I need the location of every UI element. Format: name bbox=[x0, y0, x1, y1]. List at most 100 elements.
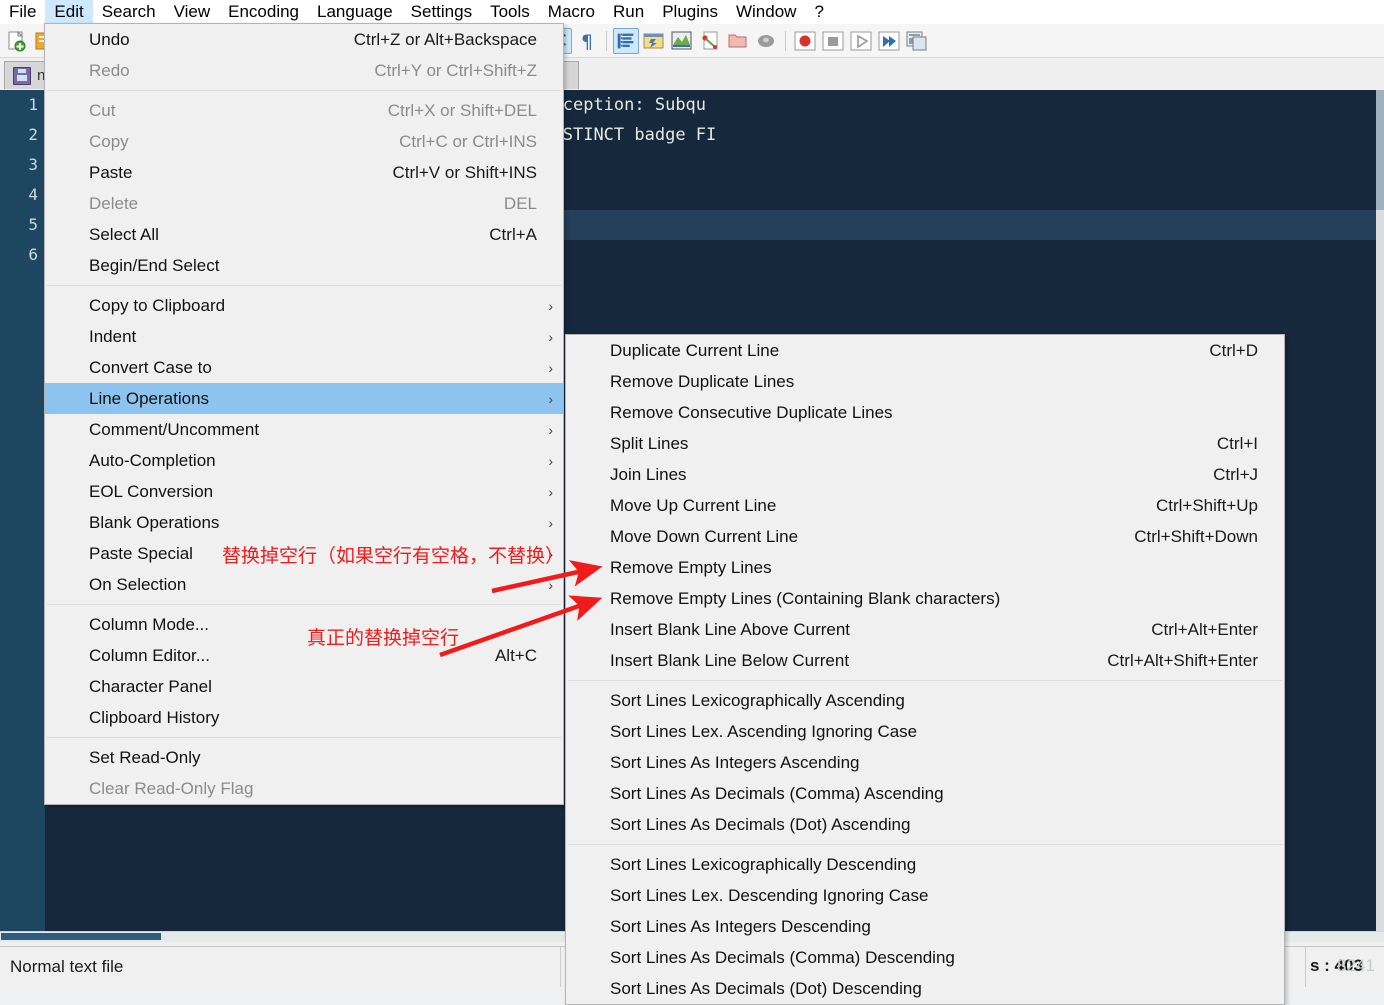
menu-item-blank-operations[interactable]: Blank Operations › bbox=[45, 507, 563, 538]
menubar-item-run[interactable]: Run bbox=[604, 0, 653, 24]
menu-item-sort-lines-as-decimals-comma-descending[interactable]: Sort Lines As Decimals (Comma) Descendin… bbox=[566, 942, 1284, 973]
menu-item-move-down-current-line[interactable]: Move Down Current Line Ctrl+Shift+Down bbox=[566, 521, 1284, 552]
menu-item-sort-lines-as-decimals-dot-ascending[interactable]: Sort Lines As Decimals (Dot) Ascending bbox=[566, 809, 1284, 840]
menu-item-label: Split Lines bbox=[610, 433, 689, 453]
menu-item-column-editor[interactable]: Column Editor... Alt+C bbox=[45, 640, 563, 671]
menu-item-delete[interactable]: Delete DEL bbox=[45, 188, 563, 219]
menu-item-begin-end-select[interactable]: Begin/End Select bbox=[45, 250, 563, 281]
menu-item-indent[interactable]: Indent › bbox=[45, 321, 563, 352]
indent-guide-icon[interactable] bbox=[613, 27, 639, 54]
menu-item-line-operations[interactable]: Line Operations › bbox=[45, 383, 563, 414]
menubar-item-macro[interactable]: Macro bbox=[539, 0, 604, 24]
line-number: 6 bbox=[28, 245, 38, 264]
menu-divider bbox=[47, 285, 561, 286]
menubar-item-file[interactable]: File bbox=[0, 0, 45, 24]
menu-item-label: Duplicate Current Line bbox=[610, 340, 780, 360]
menu-item-label: Indent bbox=[89, 326, 137, 346]
menu-item-label: Sort Lines As Integers Ascending bbox=[610, 752, 860, 772]
menu-item-shortcut: Ctrl+I bbox=[1216, 433, 1258, 453]
menu-item-clipboard-history[interactable]: Clipboard History bbox=[45, 702, 563, 733]
menu-item-sort-lines-lex-descending-ignoring-case[interactable]: Sort Lines Lex. Descending Ignoring Case bbox=[566, 880, 1284, 911]
menu-item-comment-uncomment[interactable]: Comment/Uncomment › bbox=[45, 414, 563, 445]
menu-item-cut[interactable]: Cut Ctrl+X or Shift+DEL bbox=[45, 95, 563, 126]
menu-item-sort-lines-lex-ascending-ignoring-case[interactable]: Sort Lines Lex. Ascending Ignoring Case bbox=[566, 716, 1284, 747]
chevron-right-icon: › bbox=[548, 483, 553, 500]
chevron-right-icon: › bbox=[548, 421, 553, 438]
pilcrow-icon[interactable]: ¶ bbox=[574, 28, 600, 54]
menubar-item-encoding[interactable]: Encoding bbox=[219, 0, 308, 24]
menu-item-shortcut: Ctrl+J bbox=[1213, 464, 1258, 484]
menu-item-set-read-only[interactable]: Set Read-Only bbox=[45, 742, 563, 773]
new-file-icon[interactable] bbox=[4, 28, 30, 54]
horizontal-scrollbar-thumb[interactable] bbox=[1, 933, 161, 940]
menu-item-sort-lines-lexicographically-descending[interactable]: Sort Lines Lexicographically Descending bbox=[566, 849, 1284, 880]
notepadpp-window: File Edit Search View Encoding Language Settin… bbox=[0, 0, 1384, 1005]
menu-item-shortcut: Ctrl+X or Shift+DEL bbox=[387, 100, 537, 120]
menubar-item-edit[interactable]: Edit bbox=[45, 0, 93, 24]
menu-item-label: Undo bbox=[89, 29, 130, 49]
menubar-item-tools[interactable]: Tools bbox=[481, 0, 539, 24]
menu-item-clear-read-only-flag[interactable]: Clear Read-Only Flag bbox=[45, 773, 563, 804]
udl-icon[interactable] bbox=[641, 28, 667, 54]
vertical-scrollbar-thumb[interactable] bbox=[1376, 90, 1384, 210]
menu-item-join-lines[interactable]: Join Lines Ctrl+J bbox=[566, 459, 1284, 490]
menubar-item-search[interactable]: Search bbox=[93, 0, 165, 24]
menu-item-remove-empty-lines-containing-blank-characters[interactable]: Remove Empty Lines (Containing Blank cha… bbox=[566, 583, 1284, 614]
menubar-item-view[interactable]: View bbox=[165, 0, 220, 24]
menu-item-redo[interactable]: Redo Ctrl+Y or Ctrl+Shift+Z bbox=[45, 55, 563, 86]
menubar-item-plugins[interactable]: Plugins bbox=[653, 0, 727, 24]
menu-item-on-selection[interactable]: On Selection › bbox=[45, 569, 563, 600]
menu-item-sort-lines-as-decimals-dot-descending[interactable]: Sort Lines As Decimals (Dot) Descending bbox=[566, 973, 1284, 1004]
menu-divider bbox=[47, 737, 561, 738]
menu-item-select-all[interactable]: Select All Ctrl+A bbox=[45, 219, 563, 250]
menu-item-sort-lines-lexicographically-ascending[interactable]: Sort Lines Lexicographically Ascending bbox=[566, 685, 1284, 716]
folder-as-workspace-icon[interactable] bbox=[725, 28, 751, 54]
function-list-icon[interactable] bbox=[697, 28, 723, 54]
menu-item-duplicate-current-line[interactable]: Duplicate Current Line Ctrl+D bbox=[566, 335, 1284, 366]
menu-item-move-up-current-line[interactable]: Move Up Current Line Ctrl+Shift+Up bbox=[566, 490, 1284, 521]
menu-item-undo[interactable]: Undo Ctrl+Z or Alt+Backspace bbox=[45, 24, 563, 55]
menu-item-split-lines[interactable]: Split Lines Ctrl+I bbox=[566, 428, 1284, 459]
menu-item-insert-blank-line-below-current[interactable]: Insert Blank Line Below Current Ctrl+Alt+… bbox=[566, 645, 1284, 676]
menu-item-sort-lines-as-integers-descending[interactable]: Sort Lines As Integers Descending bbox=[566, 911, 1284, 942]
menu-item-label: Remove Empty Lines (Containing Blank cha… bbox=[610, 588, 1001, 608]
vertical-scrollbar[interactable] bbox=[1376, 90, 1384, 942]
document-map-icon[interactable] bbox=[669, 28, 695, 54]
menu-item-copy[interactable]: Copy Ctrl+C or Ctrl+INS bbox=[45, 126, 563, 157]
menu-item-paste[interactable]: Paste Ctrl+V or Shift+INS bbox=[45, 157, 563, 188]
menu-item-sort-lines-as-integers-ascending[interactable]: Sort Lines As Integers Ascending bbox=[566, 747, 1284, 778]
save-macro-icon[interactable] bbox=[904, 28, 930, 54]
menubar-item-settings[interactable]: Settings bbox=[402, 0, 481, 24]
menu-item-label: Copy bbox=[89, 131, 129, 151]
menu-item-remove-duplicate-lines[interactable]: Remove Duplicate Lines bbox=[566, 366, 1284, 397]
menu-item-sort-lines-as-decimals-comma-ascending[interactable]: Sort Lines As Decimals (Comma) Ascending bbox=[566, 778, 1284, 809]
play-macro-icon[interactable] bbox=[848, 28, 874, 54]
edit-menu-popup[interactable]: Undo Ctrl+Z or Alt+Backspace Redo Ctrl+Y or… bbox=[44, 23, 564, 805]
menu-item-auto-completion[interactable]: Auto-Completion › bbox=[45, 445, 563, 476]
line-operations-submenu-popup[interactable]: Duplicate Current Line Ctrl+D Remove Dupli… bbox=[565, 334, 1285, 1005]
menu-item-column-mode[interactable]: Column Mode... bbox=[45, 609, 563, 640]
menu-item-convert-case-to[interactable]: Convert Case to › bbox=[45, 352, 563, 383]
menu-item-insert-blank-line-above-current[interactable]: Insert Blank Line Above Current Ctrl+Alt+… bbox=[566, 614, 1284, 645]
chevron-right-icon: › bbox=[548, 390, 553, 407]
menu-item-label: Remove Empty Lines bbox=[610, 557, 772, 577]
menu-item-remove-empty-lines[interactable]: Remove Empty Lines bbox=[566, 552, 1284, 583]
monitoring-icon[interactable] bbox=[753, 28, 779, 54]
menubar-item--[interactable]: ? bbox=[805, 0, 832, 24]
menu-item-label: Sort Lines Lex. Descending Ignoring Case bbox=[610, 885, 929, 905]
menu-item-character-panel[interactable]: Character Panel bbox=[45, 671, 563, 702]
menu-item-shortcut: Ctrl+C or Ctrl+INS bbox=[399, 131, 537, 151]
record-macro-icon[interactable] bbox=[792, 28, 818, 54]
stop-record-icon[interactable] bbox=[820, 28, 846, 54]
menu-item-remove-consecutive-duplicate-lines[interactable]: Remove Consecutive Duplicate Lines bbox=[566, 397, 1284, 428]
menubar-item-window[interactable]: Window bbox=[727, 0, 805, 24]
menu-item-label: Comment/Uncomment bbox=[89, 419, 260, 439]
menu-item-shortcut: Ctrl+A bbox=[489, 224, 537, 244]
menu-item-eol-conversion[interactable]: EOL Conversion › bbox=[45, 476, 563, 507]
menu-item-label: EOL Conversion bbox=[89, 481, 214, 501]
fast-play-macro-icon[interactable] bbox=[876, 28, 902, 54]
menubar-item-language[interactable]: Language bbox=[308, 0, 402, 24]
menu-item-copy-to-clipboard[interactable]: Copy to Clipboard › bbox=[45, 290, 563, 321]
chevron-right-icon: › bbox=[548, 576, 553, 593]
menu-item-shortcut: Ctrl+Y or Ctrl+Shift+Z bbox=[374, 60, 537, 80]
